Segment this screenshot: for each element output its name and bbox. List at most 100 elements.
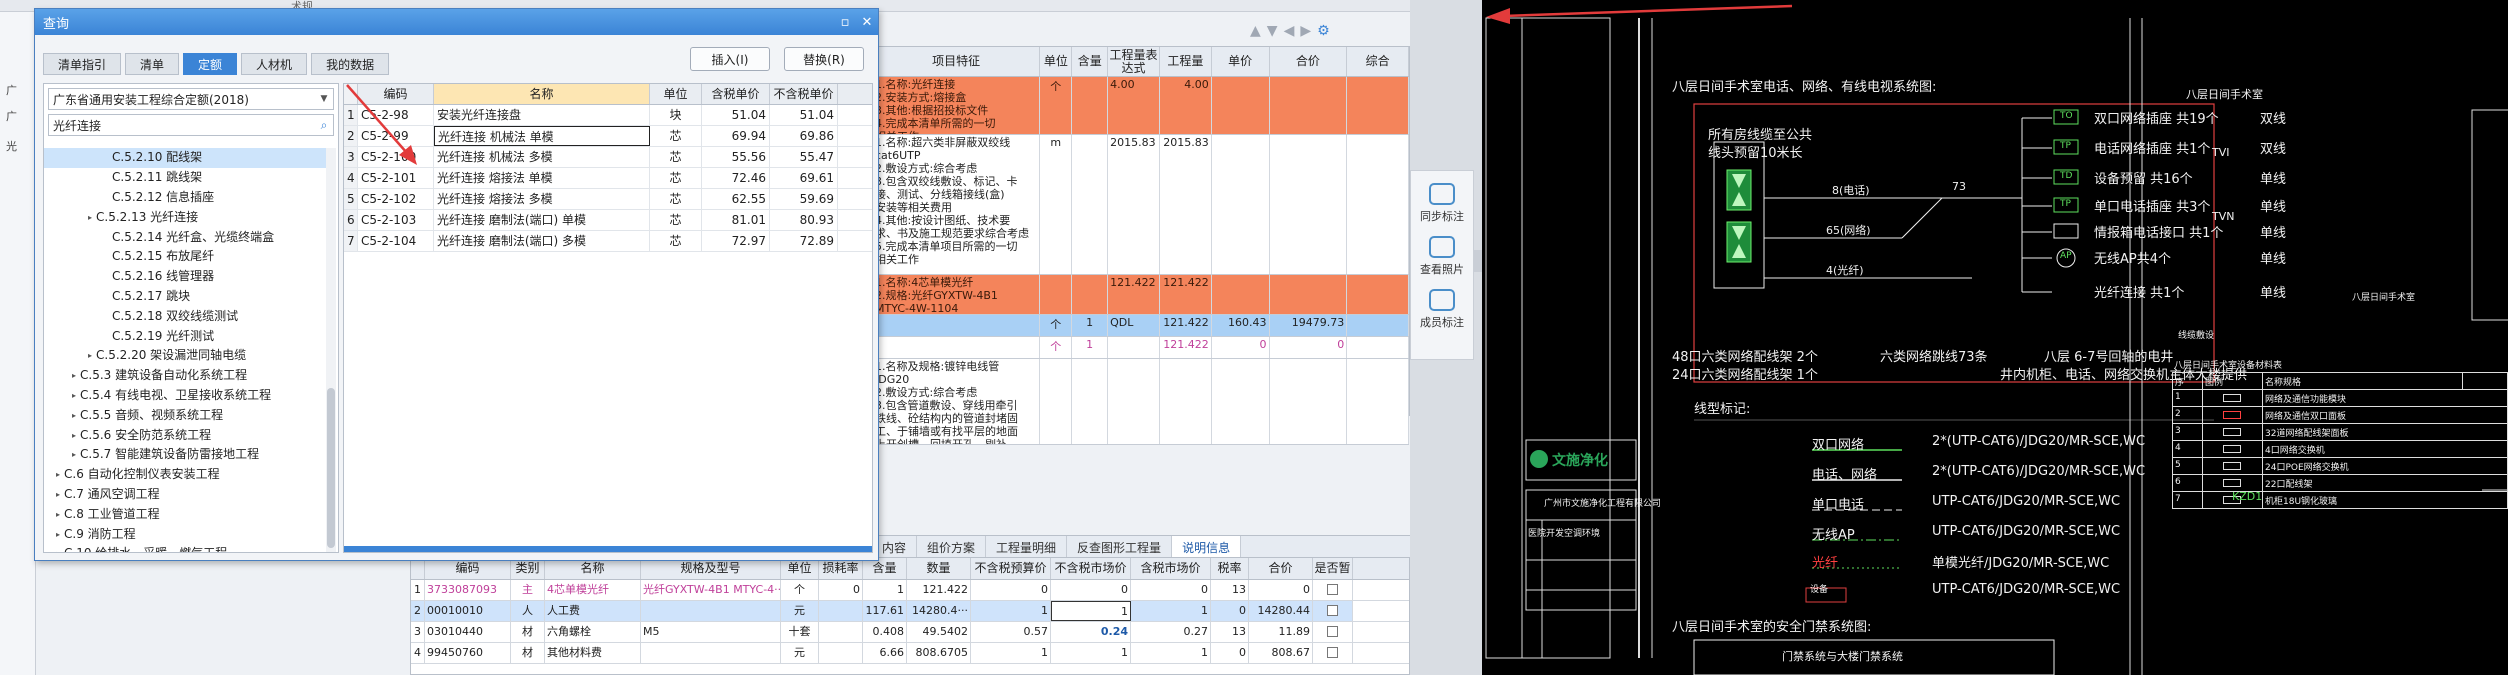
bill-quantity-cell[interactable] — [1159, 359, 1212, 444]
bill-row[interactable]: 个 1 QDL 121.422 160.43 19479.73 — [873, 315, 1409, 337]
results-header-cell[interactable]: 不含税单价 — [770, 84, 838, 104]
resource-cell-type[interactable]: 人 — [511, 601, 545, 621]
resource-cell-loss[interactable] — [819, 601, 863, 621]
resource-cell-sum[interactable]: 14280.44 — [1249, 601, 1313, 621]
checkbox-icon[interactable] — [1327, 605, 1338, 616]
bill-composite-cell[interactable] — [1347, 359, 1409, 444]
resource-row[interactable]: 4 99450760 材其他材料费元 6.66 808.6705 1 1 1 0 808.67 — [411, 643, 1409, 664]
tree-node[interactable]: ▸ C.5.4 有线电视、卫星接收系统工程 — [44, 386, 326, 406]
resource-cell-unit[interactable]: 元 — [781, 643, 819, 663]
quota-result-p2[interactable]: 80.93 — [770, 210, 838, 230]
bill-feature-cell[interactable]: 1.名称:4芯单模光纤 2.规格:光纤GYXTW-4B1 MTYC-4W-110… — [873, 275, 1041, 314]
expand-arrow-icon[interactable]: ▸ — [68, 366, 80, 385]
resource-cell-spec[interactable] — [641, 643, 781, 663]
resource-row[interactable]: 3 03010440 材六角螺栓 M5 十套 0.408 49.5402 0.57 0.24 0.… — [411, 622, 1409, 643]
bill-row[interactable]: 1.名称及规格:镀锌电线管 JDG20 2.敷设方式:综合考虑 3.包含管道敷设… — [873, 359, 1409, 445]
settings-icon[interactable]: ⚙ — [1317, 23, 1330, 39]
tree-node[interactable]: ▸C.10 给排水、采暖、燃气工程 — [44, 544, 326, 552]
quota-result-p2[interactable]: 69.86 — [770, 126, 838, 146]
header-content[interactable]: 含量 — [1072, 47, 1109, 76]
bill-expression-cell[interactable] — [1108, 337, 1160, 358]
resource-cell-p3[interactable]: 0 — [1131, 580, 1211, 600]
quota-result-p2[interactable]: 72.89 — [770, 231, 838, 251]
expand-arrow-icon[interactable]: ▸ — [52, 544, 64, 552]
bill-unit-cell[interactable]: 个 — [1040, 77, 1073, 134]
bill-feature-cell[interactable] — [873, 315, 1041, 336]
resource-header-cell[interactable]: 规格及型号 — [641, 558, 781, 579]
resource-cell-amt[interactable]: 808.6705 — [907, 643, 971, 663]
bill-feature-cell[interactable]: 1.名称:光纤连接 2.安装方式:熔接盒 3.其他:根据招投标文件 4.完成本清… — [873, 77, 1041, 134]
resource-cell-p2[interactable]: 1 — [1051, 601, 1131, 621]
quota-library-select[interactable]: 广东省通用安装工程综合定额(2018) ▼ — [48, 88, 334, 110]
quota-result-code[interactable]: C5-2-101 — [358, 168, 434, 188]
quota-result-p2[interactable]: 59.69 — [770, 189, 838, 209]
resource-cell-loss[interactable]: 0 — [819, 580, 863, 600]
resource-cell-p3[interactable]: 0.27 — [1131, 622, 1211, 642]
resource-cell-p3[interactable]: 1 — [1131, 601, 1211, 621]
quota-result-code[interactable]: C5-2-104 — [358, 231, 434, 251]
tree-node[interactable]: ▸ C.5.5 音频、视频系统工程 — [44, 405, 326, 425]
resource-cell-n[interactable]: 3 — [411, 622, 425, 642]
bill-total-cell[interactable] — [1269, 77, 1348, 134]
bill-content-cell[interactable]: 1 — [1072, 337, 1109, 358]
tree-node[interactable]: C.5.2.10 配线架 — [44, 148, 326, 168]
resource-checkbox[interactable] — [1313, 580, 1353, 600]
tree-node[interactable]: ▸ C.5.7 智能建筑设备防雷接地工程 — [44, 445, 326, 465]
bill-composite-cell[interactable] — [1347, 315, 1409, 336]
resource-cell-code[interactable]: 00010010 — [425, 601, 511, 621]
tree-node[interactable]: ▸ C.7 通风空调工程 — [44, 485, 326, 505]
bill-price-cell[interactable] — [1211, 359, 1270, 444]
bill-quantity-cell[interactable]: 2015.83 — [1159, 135, 1212, 274]
resource-cell-p1[interactable]: 0.57 — [971, 622, 1051, 642]
quota-result-name[interactable]: 光纤连接 磨制法(端口) 多模 — [434, 231, 650, 251]
resource-cell-p1[interactable]: 1 — [971, 643, 1051, 663]
resource-checkbox[interactable] — [1313, 601, 1353, 621]
resource-cell-unit[interactable]: 十套 — [781, 622, 819, 642]
tree-node[interactable]: C.5.2.16 线管理器 — [44, 267, 326, 287]
tree-node[interactable]: C.5.2.15 布放尾纤 — [44, 247, 326, 267]
side-panel-collapse-handle[interactable] — [1474, 250, 1482, 272]
quota-result-row[interactable]: 4 C5-2-101 光纤连接 熔接法 单模芯 72.46 69.61 — [344, 168, 872, 189]
bottom-tab[interactable]: 说明信息 — [1172, 536, 1242, 557]
resource-cell-name[interactable]: 4芯单模光纤 — [545, 580, 641, 600]
resource-header-cell[interactable]: 不含税预算价 — [971, 558, 1051, 579]
bill-content-cell[interactable] — [1072, 135, 1109, 274]
quota-result-unit[interactable]: 块 — [650, 105, 702, 125]
resource-cell-rate[interactable]: 0 — [1211, 601, 1249, 621]
view-photo-button[interactable]: 查看照片 — [1411, 236, 1473, 277]
bill-price-cell[interactable] — [1211, 135, 1270, 274]
resource-cell-rate[interactable]: 13 — [1211, 580, 1249, 600]
search-icon[interactable]: ⌕ — [315, 118, 333, 133]
header-quantity[interactable]: 工程量 — [1160, 47, 1212, 76]
bottom-tab[interactable]: 工程量明细 — [986, 536, 1068, 557]
bill-feature-cell[interactable] — [873, 337, 1041, 358]
bill-unit-cell[interactable] — [1040, 275, 1073, 314]
quota-result-unit[interactable]: 芯 — [650, 210, 702, 230]
resource-cell-name[interactable]: 其他材料费 — [545, 643, 641, 663]
bill-total-cell[interactable] — [1269, 275, 1348, 314]
resource-cell-spec[interactable]: M5 — [641, 622, 781, 642]
quota-result-name[interactable]: 光纤连接 熔接法 多模 — [434, 189, 650, 209]
resource-cell-n[interactable]: 2 — [411, 601, 425, 621]
sync-annotation-button[interactable]: 同步标注 — [1411, 183, 1473, 224]
expand-arrow-icon[interactable]: ▸ — [52, 485, 64, 504]
quota-result-name[interactable]: 光纤连接 机械法 单模 — [434, 126, 650, 146]
header-unit[interactable]: 单位 — [1040, 47, 1073, 76]
expand-arrow-icon[interactable]: ▸ — [68, 406, 80, 425]
resource-cell-qty[interactable]: 0.408 — [863, 622, 907, 642]
resource-cell-loss[interactable] — [819, 643, 863, 663]
bill-total-cell[interactable]: 0 — [1269, 337, 1348, 358]
quota-result-row[interactable]: 6 C5-2-103 光纤连接 磨制法(端口) 单模芯 81.01 80.93 — [344, 210, 872, 231]
quota-result-p1[interactable]: 51.04 — [702, 105, 770, 125]
resource-header-cell[interactable] — [411, 558, 425, 579]
tree-scrollbar-thumb[interactable] — [327, 388, 335, 548]
resource-cell-amt[interactable]: 121.422 — [907, 580, 971, 600]
resource-cell-qty[interactable]: 6.66 — [863, 643, 907, 663]
tree-node[interactable]: ▸ C.6 自动化控制仪表安装工程 — [44, 465, 326, 485]
dialog-tab[interactable]: 定额 — [183, 53, 238, 75]
header-total[interactable]: 合价 — [1270, 47, 1348, 76]
quota-result-code[interactable]: C5-2-102 — [358, 189, 434, 209]
bill-composite-cell[interactable] — [1347, 135, 1409, 274]
resource-header-cell[interactable]: 名称 — [545, 558, 641, 579]
quota-result-p2[interactable]: 51.04 — [770, 105, 838, 125]
